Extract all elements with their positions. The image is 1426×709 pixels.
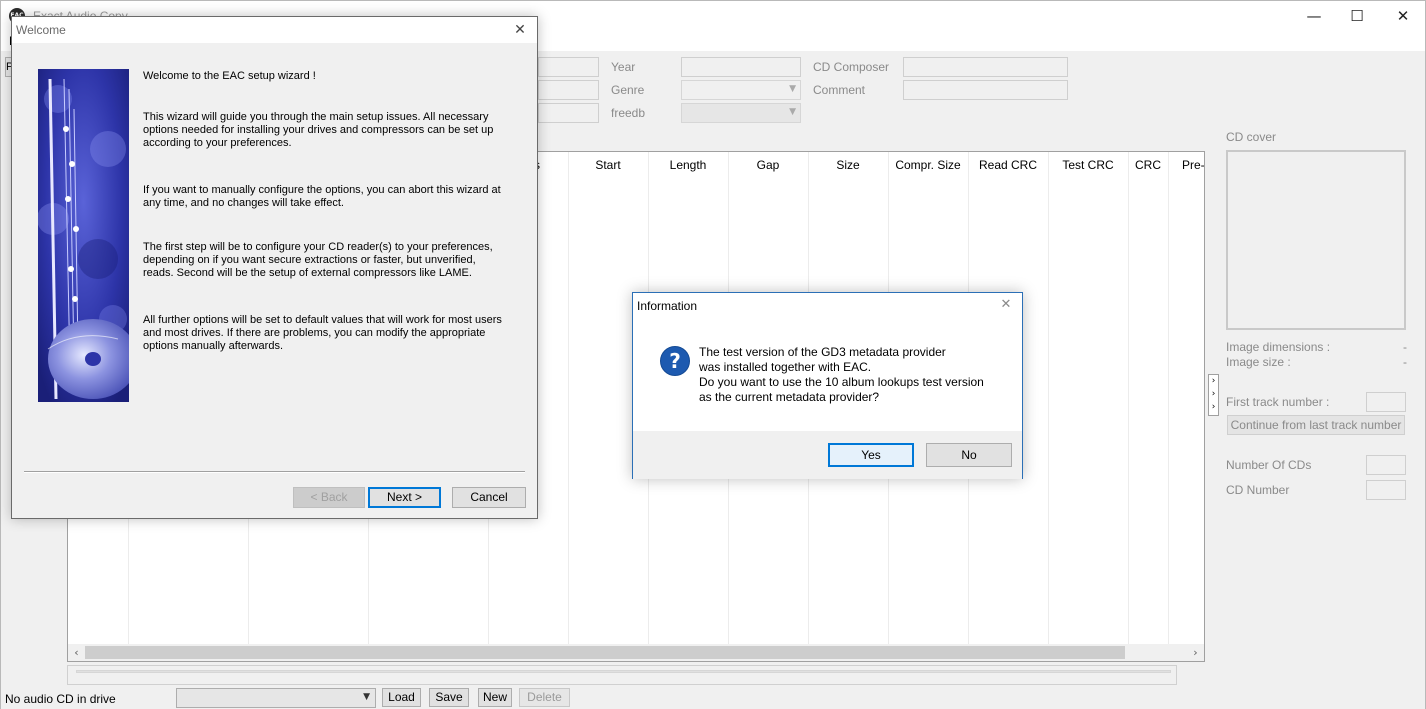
yes-button[interactable]: Yes bbox=[828, 443, 914, 467]
comment-field[interactable] bbox=[903, 80, 1068, 100]
close-window-button[interactable]: ✕ bbox=[1380, 1, 1426, 31]
column-divider bbox=[1168, 152, 1169, 644]
wizard-title-bar: Welcome ✕ bbox=[12, 17, 537, 43]
column-header-start[interactable]: Start bbox=[568, 152, 648, 178]
info-message-line: was installed together with EAC. bbox=[699, 360, 872, 374]
column-header-read-crc[interactable]: Read CRC bbox=[968, 152, 1048, 178]
year-field[interactable] bbox=[681, 57, 801, 77]
column-header-test-crc[interactable]: Test CRC bbox=[1048, 152, 1128, 178]
profile-select[interactable]: ▼ bbox=[176, 688, 376, 708]
column-divider bbox=[1048, 152, 1049, 644]
info-message-line: Do you want to use the 10 album lookups … bbox=[699, 375, 984, 389]
genre-select[interactable]: ▼ bbox=[681, 80, 801, 100]
freedb-select[interactable]: ▼ bbox=[681, 103, 801, 123]
album-artist-field[interactable] bbox=[538, 57, 599, 77]
cd-cover-image[interactable] bbox=[1226, 150, 1406, 330]
wizard-title: Welcome bbox=[16, 23, 66, 37]
wizard-music-art-image bbox=[38, 69, 129, 402]
info-dialog-title: Information bbox=[637, 299, 698, 313]
first-track-label: First track number : bbox=[1226, 395, 1330, 409]
slider-rail bbox=[76, 670, 1171, 673]
close-icon[interactable]: ✕ bbox=[509, 19, 531, 41]
comment-label: Comment bbox=[813, 83, 866, 97]
image-dimensions-value: - bbox=[1403, 340, 1407, 354]
column-header-crc[interactable]: CRC bbox=[1128, 152, 1168, 178]
image-size-label: Image size : bbox=[1226, 355, 1291, 369]
minimize-button[interactable]: — bbox=[1291, 1, 1337, 31]
status-text: No audio CD in drive bbox=[5, 692, 116, 706]
album-title-field[interactable] bbox=[538, 80, 599, 100]
cd-title-field[interactable] bbox=[538, 103, 599, 123]
information-dialog: Information ✕ ? The test version of the … bbox=[632, 292, 1023, 479]
scrollbar-thumb[interactable] bbox=[85, 646, 1125, 659]
freedb-label: freedb bbox=[611, 106, 646, 120]
no-button[interactable]: No bbox=[926, 443, 1012, 467]
cd-composer-label: CD Composer bbox=[813, 60, 890, 74]
position-slider[interactable] bbox=[67, 665, 1177, 685]
cd-number-label: CD Number bbox=[1226, 483, 1290, 497]
first-track-field[interactable] bbox=[1366, 392, 1406, 412]
column-header-length[interactable]: Length bbox=[648, 152, 728, 178]
delete-button[interactable]: Delete bbox=[519, 688, 570, 707]
question-icon: ? bbox=[660, 346, 690, 376]
scroll-left-icon[interactable]: ‹ bbox=[68, 644, 85, 661]
chevron-down-icon: ▼ bbox=[789, 107, 796, 117]
save-button[interactable]: Save bbox=[429, 688, 469, 707]
column-header-pre[interactable]: Pre- bbox=[1168, 152, 1204, 178]
continue-from-last-track-button[interactable]: Continue from last track number bbox=[1227, 415, 1405, 435]
number-of-cds-field[interactable] bbox=[1366, 455, 1406, 475]
cd-composer-field[interactable] bbox=[903, 57, 1068, 77]
column-divider bbox=[1128, 152, 1129, 644]
wizard-paragraph-4: All further options will be set to defau… bbox=[143, 314, 502, 352]
image-size-value: - bbox=[1403, 355, 1407, 369]
column-header-size[interactable]: Size bbox=[808, 152, 888, 178]
info-message-line: The test version of the GD3 metadata pro… bbox=[699, 345, 946, 359]
info-message-line: as the current metadata provider? bbox=[699, 390, 880, 404]
chevron-down-icon: ▼ bbox=[789, 84, 796, 94]
wizard-heading: Welcome to the EAC setup wizard ! bbox=[143, 70, 316, 82]
info-button-bar: Yes No bbox=[633, 431, 1022, 479]
genre-label: Genre bbox=[611, 83, 645, 97]
load-button[interactable]: Load bbox=[382, 688, 421, 707]
wizard-separator bbox=[24, 471, 525, 473]
column-header-gap[interactable]: Gap bbox=[728, 152, 808, 178]
guitar-cd-artwork bbox=[38, 69, 129, 402]
chevron-down-icon: ▼ bbox=[363, 692, 370, 702]
back-button[interactable]: < Back bbox=[293, 487, 365, 508]
image-dimensions-label: Image dimensions : bbox=[1226, 340, 1331, 354]
column-header-compr-size[interactable]: Compr. Size bbox=[888, 152, 968, 178]
number-of-cds-label: Number Of CDs bbox=[1226, 458, 1312, 472]
new-button[interactable]: New bbox=[478, 688, 512, 707]
close-icon[interactable]: ✕ bbox=[996, 295, 1016, 315]
cd-number-field[interactable] bbox=[1366, 480, 1406, 500]
wizard-paragraph-2: If you want to manually configure the op… bbox=[143, 184, 501, 209]
horizontal-scrollbar[interactable]: ‹ › bbox=[68, 644, 1204, 661]
info-message: The test version of the GD3 metadata pro… bbox=[699, 345, 1009, 405]
side-panel-toggle[interactable]: › › › bbox=[1208, 374, 1219, 416]
welcome-wizard-dialog: Welcome ✕ Welcome to the EAC setup wizar… bbox=[11, 16, 538, 519]
scroll-right-icon[interactable]: › bbox=[1187, 644, 1204, 661]
column-divider bbox=[568, 152, 569, 644]
wizard-paragraph-1: This wizard will guide you through the m… bbox=[143, 111, 494, 149]
next-button[interactable]: Next > bbox=[368, 487, 441, 508]
cancel-button[interactable]: Cancel bbox=[452, 487, 526, 508]
maximize-button[interactable]: ☐ bbox=[1334, 1, 1380, 31]
year-label: Year bbox=[611, 60, 636, 74]
cd-cover-label: CD cover bbox=[1226, 130, 1277, 144]
wizard-paragraph-3: The first step will be to configure your… bbox=[143, 241, 493, 279]
